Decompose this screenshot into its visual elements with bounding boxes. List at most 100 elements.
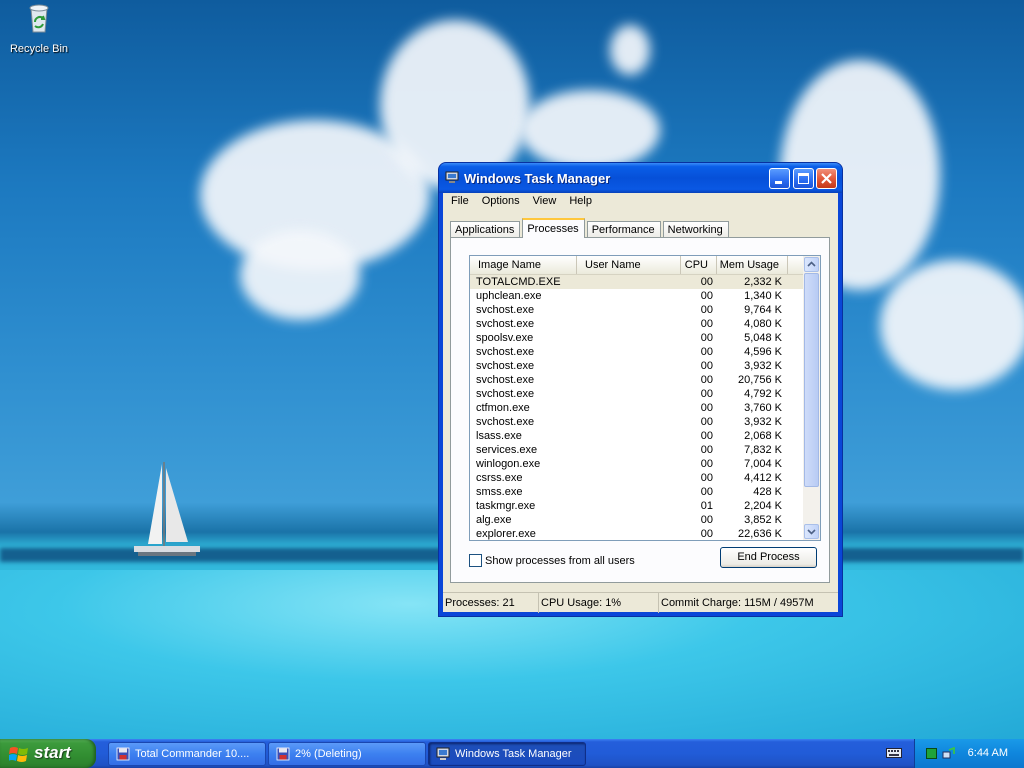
recycle-bin-label: Recycle Bin	[9, 43, 69, 55]
process-user-name	[577, 499, 681, 513]
menu-help[interactable]: Help	[563, 193, 599, 211]
status-cpu-usage: CPU Usage: 1%	[539, 593, 659, 613]
process-image-name: csrss.exe	[476, 472, 523, 484]
process-image-name: svchost.exe	[476, 416, 535, 428]
tab-strip: Applications Processes Performance Netwo…	[450, 218, 731, 238]
process-image-name: svchost.exe	[476, 346, 535, 358]
scroll-up-button[interactable]	[804, 257, 819, 272]
wallpaper-cloud	[880, 260, 1024, 390]
taskbar-item-deleting[interactable]: 2% (Deleting)	[268, 742, 426, 766]
column-mem-usage[interactable]: Mem Usage	[717, 256, 788, 274]
column-cpu[interactable]: CPU	[681, 256, 717, 274]
taskbar-item-task-manager[interactable]: Windows Task Manager	[428, 742, 586, 766]
column-image-name[interactable]: Image Name	[470, 256, 577, 274]
green-square-tray-icon[interactable]	[926, 748, 937, 759]
process-cpu: 01	[700, 500, 713, 512]
process-mem-usage: 3,760 K	[744, 402, 782, 414]
process-image-name: TOTALCMD.EXE	[476, 276, 561, 288]
process-user-name	[577, 401, 681, 415]
computer-monitor-icon	[445, 171, 459, 183]
tab-networking[interactable]: Networking	[662, 221, 729, 238]
process-row[interactable]: svchost.exe 00 3,932 K	[470, 415, 804, 429]
minimize-button[interactable]	[769, 168, 790, 189]
process-mem-usage: 4,792 K	[744, 388, 782, 400]
process-row[interactable]: services.exe 00 7,832 K	[470, 443, 804, 457]
scroll-down-button[interactable]	[804, 524, 819, 539]
process-user-name	[577, 359, 681, 373]
windows-logo-icon	[9, 747, 28, 762]
process-row[interactable]: smss.exe 00 428 K	[470, 485, 804, 499]
process-user-name	[577, 415, 681, 429]
window-title: Windows Task Manager	[464, 171, 611, 186]
process-mem-usage: 3,932 K	[744, 360, 782, 372]
system-tray: 6:44 AM	[914, 739, 1024, 768]
process-cpu: 00	[700, 276, 713, 288]
recycle-bin[interactable]: Recycle Bin	[8, 2, 70, 55]
process-mem-usage: 3,932 K	[744, 416, 782, 428]
menu-file[interactable]: File	[445, 193, 476, 211]
process-row[interactable]: taskmgr.exe 01 2,204 K	[470, 499, 804, 513]
process-mem-usage: 2,204 K	[744, 500, 782, 512]
process-cpu: 00	[700, 416, 713, 428]
maximize-button[interactable]	[793, 168, 814, 189]
keyboard-icon[interactable]	[886, 747, 902, 759]
process-cpu: 00	[700, 304, 713, 316]
process-row[interactable]: svchost.exe 00 4,792 K	[470, 387, 804, 401]
scroll-thumb[interactable]	[804, 273, 819, 487]
process-cpu: 00	[700, 388, 713, 400]
process-row[interactable]: explorer.exe 00 22,636 K	[470, 527, 804, 540]
end-process-button[interactable]: End Process	[720, 547, 817, 568]
process-user-name	[577, 373, 681, 387]
tab-processes[interactable]: Processes	[522, 218, 585, 238]
process-row[interactable]: svchost.exe 00 20,756 K	[470, 373, 804, 387]
process-row[interactable]: csrss.exe 00 4,412 K	[470, 471, 804, 485]
process-mem-usage: 4,412 K	[744, 472, 782, 484]
process-row[interactable]: alg.exe 00 3,852 K	[470, 513, 804, 527]
close-icon	[821, 173, 832, 184]
process-list[interactable]: Image Name User Name CPU Mem Usage TOTAL…	[469, 255, 821, 541]
process-row[interactable]: svchost.exe 00 4,080 K	[470, 317, 804, 331]
process-cpu: 00	[700, 346, 713, 358]
process-image-name: winlogon.exe	[476, 458, 541, 470]
close-button[interactable]	[816, 168, 837, 189]
process-cpu: 00	[700, 458, 713, 470]
taskbar-item-label: Windows Task Manager	[455, 748, 572, 760]
process-cpu: 00	[700, 514, 713, 526]
taskbar-item-total-commander[interactable]: Total Commander 10....	[108, 742, 266, 766]
tab-applications[interactable]: Applications	[450, 221, 521, 238]
floppy-disk-icon	[116, 747, 130, 761]
process-row[interactable]: svchost.exe 00 3,932 K	[470, 359, 804, 373]
process-image-name: svchost.exe	[476, 388, 535, 400]
process-image-name: ctfmon.exe	[476, 402, 530, 414]
process-cpu: 00	[700, 332, 713, 344]
start-button[interactable]: start	[0, 739, 96, 768]
process-row[interactable]: spoolsv.exe 00 5,048 K	[470, 331, 804, 345]
process-row[interactable]: TOTALCMD.EXE 00 2,332 K	[470, 275, 804, 289]
process-row[interactable]: winlogon.exe 00 7,004 K	[470, 457, 804, 471]
process-row[interactable]: lsass.exe 00 2,068 K	[470, 429, 804, 443]
process-mem-usage: 20,756 K	[737, 374, 782, 386]
process-mem-usage: 7,004 K	[744, 458, 782, 470]
process-user-name	[577, 303, 681, 317]
title-bar[interactable]: Windows Task Manager	[439, 163, 842, 193]
show-all-processes-checkbox[interactable]	[469, 554, 482, 567]
taskbar: start Total Commander 10.... 2% (Deletin…	[0, 739, 1024, 768]
process-row[interactable]: svchost.exe 00 4,596 K	[470, 345, 804, 359]
process-row[interactable]: svchost.exe 00 9,764 K	[470, 303, 804, 317]
task-manager-window: Windows Task Manager File Options View H…	[439, 163, 842, 616]
process-user-name	[577, 387, 681, 401]
vertical-scrollbar[interactable]	[803, 256, 820, 540]
process-row[interactable]: uphclean.exe 00 1,340 K	[470, 289, 804, 303]
process-user-name	[577, 485, 681, 499]
network-icon[interactable]	[942, 747, 956, 760]
process-image-name: explorer.exe	[476, 528, 536, 540]
show-all-processes-option[interactable]: Show processes from all users	[469, 554, 635, 567]
column-user-name[interactable]: User Name	[577, 256, 681, 274]
menu-view[interactable]: View	[527, 193, 564, 211]
process-cpu: 00	[700, 318, 713, 330]
process-mem-usage: 2,068 K	[744, 430, 782, 442]
process-row[interactable]: ctfmon.exe 00 3,760 K	[470, 401, 804, 415]
menu-options[interactable]: Options	[476, 193, 527, 211]
tab-performance[interactable]: Performance	[586, 221, 661, 238]
clock[interactable]: 6:44 AM	[968, 747, 1008, 759]
